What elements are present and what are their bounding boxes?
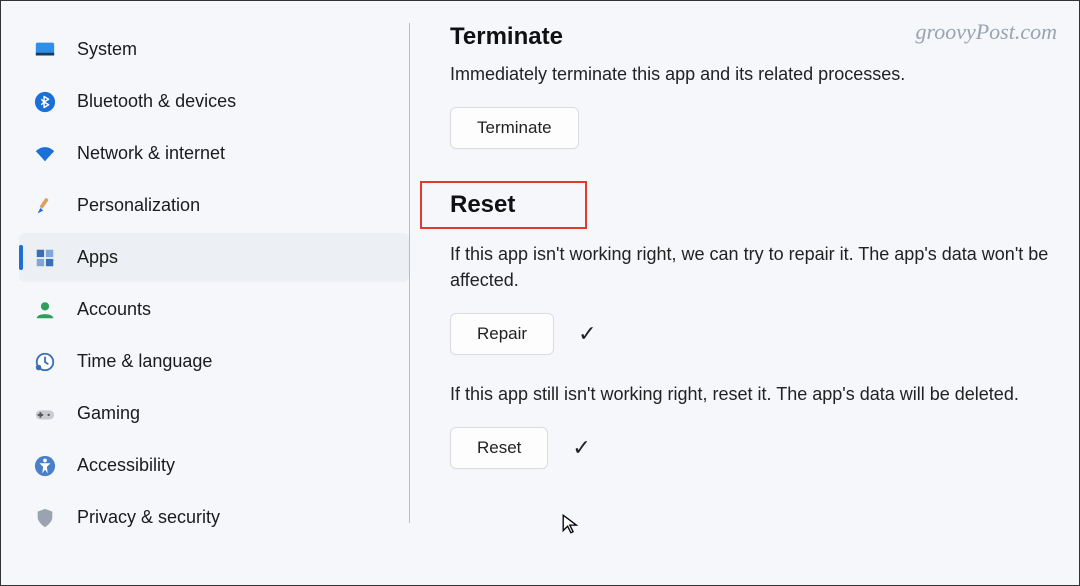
apps-icon: [33, 246, 57, 270]
reset-description: If this app still isn't working right, r…: [450, 381, 1049, 407]
reset-heading: Reset: [450, 191, 515, 219]
brush-icon: [33, 194, 57, 218]
sidebar-item-label: Apps: [77, 247, 118, 268]
sidebar-item-personalization[interactable]: Personalization: [19, 181, 409, 230]
sidebar-item-label: Accessibility: [77, 455, 175, 476]
sidebar-item-label: Accounts: [77, 299, 151, 320]
terminate-description: Immediately terminate this app and its r…: [450, 61, 1049, 87]
wifi-icon: [33, 142, 57, 166]
sidebar-item-bluetooth[interactable]: Bluetooth & devices: [19, 77, 409, 126]
settings-sidebar: System Bluetooth & devices Network & int…: [1, 1, 409, 585]
sidebar-item-label: Personalization: [77, 195, 200, 216]
time-icon: [33, 350, 57, 374]
terminate-section: Terminate Immediately terminate this app…: [450, 23, 1049, 149]
checkmark-icon: ✓: [572, 435, 590, 461]
accounts-icon: [33, 298, 57, 322]
sidebar-item-label: Gaming: [77, 403, 140, 424]
repair-description: If this app isn't working right, we can …: [450, 241, 1049, 293]
system-icon: [33, 38, 57, 62]
sidebar-item-apps[interactable]: Apps: [19, 233, 409, 282]
bluetooth-icon: [33, 90, 57, 114]
accessibility-icon: [33, 454, 57, 478]
checkmark-icon: ✓: [578, 321, 596, 347]
sidebar-item-label: Privacy & security: [77, 507, 220, 528]
sidebar-item-network[interactable]: Network & internet: [19, 129, 409, 178]
sidebar-item-privacy[interactable]: Privacy & security: [19, 493, 409, 542]
terminate-heading: Terminate: [450, 23, 1049, 51]
repair-button[interactable]: Repair: [450, 313, 554, 355]
sidebar-item-accounts[interactable]: Accounts: [19, 285, 409, 334]
privacy-icon: [33, 506, 57, 530]
reset-heading-highlight: Reset: [420, 181, 587, 229]
sidebar-item-gaming[interactable]: Gaming: [19, 389, 409, 438]
reset-button[interactable]: Reset: [450, 427, 548, 469]
sidebar-item-label: Bluetooth & devices: [77, 91, 236, 112]
terminate-button[interactable]: Terminate: [450, 107, 579, 149]
sidebar-item-time[interactable]: Time & language: [19, 337, 409, 386]
reset-section: Reset If this app isn't working right, w…: [450, 181, 1049, 469]
sidebar-item-label: Time & language: [77, 351, 212, 372]
gaming-icon: [33, 402, 57, 426]
sidebar-item-accessibility[interactable]: Accessibility: [19, 441, 409, 490]
sidebar-item-system[interactable]: System: [19, 25, 409, 74]
sidebar-item-label: System: [77, 39, 137, 60]
settings-content: Terminate Immediately terminate this app…: [410, 1, 1079, 585]
sidebar-item-label: Network & internet: [77, 143, 225, 164]
